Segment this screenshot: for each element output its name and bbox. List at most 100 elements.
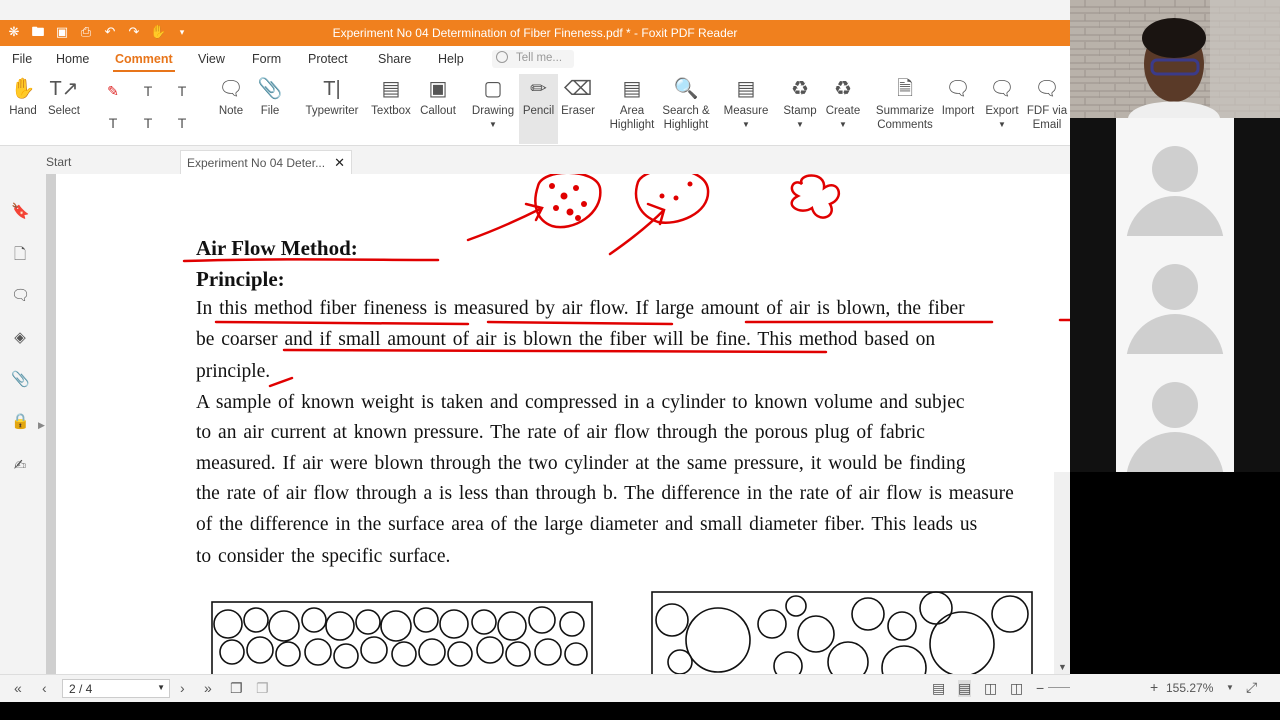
menu-comment[interactable]: Comment [113, 52, 175, 72]
insert-text-icon[interactable]: T [173, 114, 191, 132]
security-icon[interactable]: 🔒 [11, 412, 30, 432]
zoom-level[interactable]: 155.27% [1166, 681, 1213, 695]
ink-flower [790, 174, 841, 219]
menu-help[interactable]: Help [438, 52, 464, 66]
next-page-icon[interactable]: › [180, 680, 185, 696]
bottom-black-bar [0, 702, 1280, 720]
export-icon: 🗨 [989, 78, 1015, 100]
facing-view-icon[interactable]: ◫ [984, 680, 997, 697]
zoom-in-icon[interactable]: + [1150, 679, 1158, 695]
fullscreen-icon[interactable]: ⤢ [1246, 679, 1257, 696]
replace-text-icon[interactable]: T [139, 114, 157, 132]
participant-tile[interactable] [1116, 354, 1234, 472]
avatar-icon [1152, 382, 1198, 428]
squiggly-icon[interactable]: T [173, 82, 191, 100]
zoom-out-icon[interactable]: − [1036, 680, 1044, 696]
underline-icon[interactable]: T [139, 82, 157, 100]
strikeout-icon[interactable]: T [104, 114, 122, 132]
comment-ribbon: ✋ Hand T↗ Select ✎ T T T T T 🗨 Note 📎 Fi… [0, 72, 1070, 146]
layers-icon[interactable]: ◈ [11, 328, 29, 348]
previous-page-icon[interactable]: ‹ [42, 680, 47, 696]
select-tool-button[interactable]: T↗ Select [44, 74, 84, 144]
fdf-email-button[interactable]: 🗨 FDF via Email [1026, 74, 1068, 144]
continuous-facing-icon[interactable]: ◫ [1010, 680, 1023, 697]
stamp-button[interactable]: ♻ Stamp ▼ [782, 74, 818, 144]
stamp-icon: ♻ [791, 78, 809, 100]
ruler-icon: ▤ [736, 78, 756, 100]
chevron-down-icon[interactable]: ▼ [1226, 683, 1234, 692]
hand-tool-button[interactable]: ✋ Hand [6, 74, 40, 144]
typewriter-button[interactable]: T| Typewriter [300, 74, 364, 144]
drawing-button[interactable]: ▢ Drawing ▼ [470, 74, 516, 144]
rectangle-icon: ▢ [483, 78, 503, 100]
window-title: Experiment No 04 Determination of Fiber … [332, 26, 738, 40]
menu-view[interactable]: View [198, 52, 225, 66]
expand-panel-icon[interactable]: ▶ [38, 420, 45, 431]
menu-protect[interactable]: Protect [308, 52, 348, 66]
ink-underline [486, 320, 674, 326]
menu-form[interactable]: Form [252, 52, 281, 66]
textbox-button[interactable]: ▤ Textbox [368, 74, 414, 144]
search-highlight-icon: 🔍 [673, 78, 699, 100]
chevron-down-icon: ▼ [796, 120, 804, 129]
signature-icon[interactable]: ✍ [11, 456, 29, 476]
callout-icon: ▣ [428, 78, 448, 100]
scroll-down-icon[interactable]: ▼ [1058, 662, 1067, 672]
continuous-view-icon[interactable]: ▤ [958, 680, 972, 697]
tell-me-search[interactable]: Tell me... [492, 50, 574, 68]
lightbulb-icon [496, 51, 508, 63]
fdf-email-icon: 🗨 [1034, 78, 1060, 100]
create-stamp-icon: ♻ [834, 78, 852, 100]
summarize-comments-button[interactable]: 🗎 Summarize Comments [874, 74, 936, 144]
single-page-view-icon[interactable]: ▤ [932, 680, 945, 697]
measure-button[interactable]: ▤ Measure ▼ [722, 74, 770, 144]
hand-icon: ✋ [10, 78, 36, 100]
import-button[interactable]: 🗨 Import [938, 74, 978, 144]
pencil-button[interactable]: ✏ Pencil [519, 74, 558, 144]
note-button[interactable]: 🗨 Note [214, 74, 248, 144]
eraser-button[interactable]: ⌫ Eraser [560, 74, 596, 144]
attachments-icon[interactable]: 📎 [11, 370, 30, 390]
close-tab-icon[interactable]: ✕ [334, 155, 345, 171]
area-highlight-icon: ▤ [622, 78, 642, 100]
ink-circle [534, 174, 602, 229]
area-highlight-button[interactable]: ▤ Area Highlight [606, 74, 658, 144]
tab-start[interactable]: Start [44, 150, 174, 174]
textbox-icon: ▤ [381, 78, 401, 100]
menu-share[interactable]: Share [378, 52, 411, 66]
chevron-down-icon: ▼ [998, 120, 1006, 129]
search-highlight-button[interactable]: 🔍 Search & Highlight [660, 74, 712, 144]
page-number-input[interactable]: 2 / 4 ▼ [62, 679, 170, 698]
chevron-down-icon[interactable]: ▼ [157, 683, 165, 692]
bookmark-icon[interactable]: 🔖 [11, 202, 30, 222]
create-stamp-button[interactable]: ♻ Create ▼ [824, 74, 862, 144]
pencil-icon: ✏ [530, 78, 547, 100]
paragraph-line: to consider the specific surface. [196, 546, 451, 567]
export-button[interactable]: 🗨 Export ▼ [982, 74, 1022, 144]
fiber-plug-diagram-b [651, 591, 1033, 674]
navigation-panel: 🔖 🗋 🗨 ◈ 📎 🔒 ✍ ▶ [0, 174, 46, 674]
pages-icon[interactable]: 🗋 [11, 244, 29, 264]
menu-home[interactable]: Home [56, 52, 89, 66]
highlight-icon[interactable]: ✎ [104, 82, 122, 100]
tab-document[interactable]: Experiment No 04 Deter... ✕ [180, 150, 352, 174]
callout-button[interactable]: ▣ Callout [418, 74, 458, 144]
paragraph-line: of the difference in the surface area of… [196, 514, 978, 535]
copy-page-icon[interactable]: ❐ [230, 680, 243, 697]
last-page-icon[interactable]: » [204, 680, 212, 696]
menu-file[interactable]: File [12, 52, 32, 66]
ink-arrow [466, 202, 544, 242]
participant-tile[interactable] [1116, 118, 1234, 236]
first-page-icon[interactable]: « [14, 680, 22, 696]
file-attach-button[interactable]: 📎 File [254, 74, 286, 144]
section-heading: Air Flow Method: [196, 236, 358, 260]
presenter-camera [1070, 0, 1280, 118]
participant-tile[interactable] [1116, 236, 1234, 354]
zoom-slider[interactable] [1048, 687, 1070, 688]
ink-mark [268, 376, 294, 388]
paste-page-icon[interactable]: ❐ [256, 680, 269, 697]
comments-panel-icon[interactable]: 🗨 [11, 286, 30, 306]
paragraph-line: measured. If air were blown through the … [196, 453, 966, 474]
vertical-scrollbar[interactable]: ▼ [1054, 472, 1070, 674]
paragraph-line: principle. [196, 361, 271, 382]
